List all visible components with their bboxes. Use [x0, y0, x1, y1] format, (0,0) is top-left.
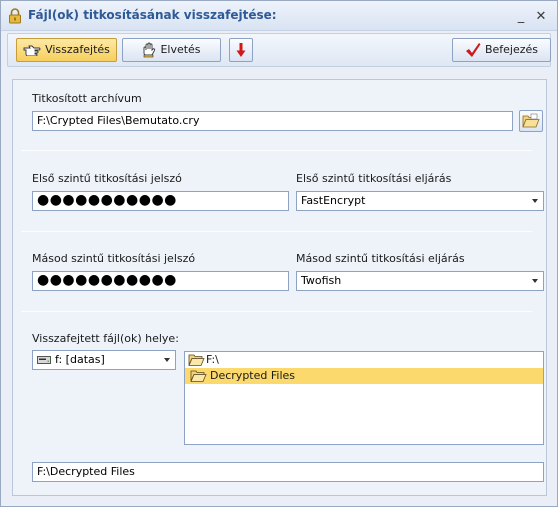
divider [21, 150, 532, 151]
finish-label: Befejezés [484, 43, 539, 56]
first-method-value: FastEncrypt [301, 194, 366, 207]
second-method-select[interactable]: Twofish [296, 271, 544, 291]
folder-tree[interactable]: F:\ Decrypted Files [184, 351, 544, 445]
divider [21, 231, 532, 232]
output-label: Visszafejtett fájl(ok) helye: [32, 332, 179, 345]
drive-select[interactable]: f: [datas] [32, 350, 176, 370]
drive-icon [37, 356, 51, 364]
minimize-button[interactable]: _ [514, 10, 528, 24]
finish-button[interactable]: Befejezés [452, 38, 551, 62]
output-path-input[interactable]: F:\Decrypted Files [32, 462, 544, 482]
title-bar: Fájl(ok) titkosításának visszafejtése: _… [1, 1, 557, 31]
move-down-button[interactable] [229, 38, 253, 62]
tree-item-label: Decrypted Files [210, 369, 295, 382]
folder-open-icon [188, 354, 205, 366]
divider [21, 311, 532, 312]
window-title: Fájl(ok) titkosításának visszafejtése: [28, 8, 277, 22]
decrypt-label: Visszafejtés [45, 43, 110, 56]
archive-label: Titkosított archívum [32, 92, 142, 105]
decrypt-window: Fájl(ok) titkosításának visszafejtése: _… [0, 0, 558, 507]
tree-item-decrypted-files[interactable]: Decrypted Files [185, 368, 543, 384]
tree-item-label: F:\ [206, 353, 219, 366]
first-password-input[interactable]: ●●●●●●●●●●● [32, 191, 289, 211]
first-method-select[interactable]: FastEncrypt [296, 191, 544, 211]
first-method-label: Első szintű titkosítási eljárás [296, 172, 452, 185]
down-arrow-icon [236, 43, 246, 57]
second-method-label: Másod szintű titkosítási eljárás [296, 252, 465, 265]
browse-button[interactable] [519, 110, 543, 132]
folder-open-icon [190, 370, 207, 382]
first-password-label: Első szintű titkosítási jelszó [32, 172, 182, 185]
chevron-down-icon [164, 358, 170, 362]
tree-item-root[interactable]: F:\ [185, 352, 543, 368]
lock-icon [9, 8, 21, 24]
second-password-input[interactable]: ●●●●●●●●●●● [32, 271, 289, 291]
chevron-down-icon [532, 199, 538, 203]
chevron-down-icon [532, 279, 538, 283]
second-method-value: Twofish [301, 274, 342, 287]
drive-value: f: [datas] [55, 353, 105, 366]
discard-button[interactable]: Elvetés [122, 38, 221, 62]
discard-label: Elvetés [160, 43, 201, 56]
stop-hand-icon [143, 42, 156, 58]
pointing-hand-icon [23, 45, 41, 56]
close-button[interactable]: ✕ [534, 10, 548, 24]
decrypt-button[interactable]: Visszafejtés [16, 38, 117, 62]
second-password-label: Másod szintű titkosítási jelszó [32, 252, 196, 265]
checkmark-icon [465, 43, 481, 57]
open-folder-icon [522, 113, 540, 128]
archive-path-input[interactable]: F:\Crypted Files\Bemutato.cry [32, 111, 513, 131]
toolbar: Visszafejtés Elvetés Befejezés [7, 33, 551, 67]
